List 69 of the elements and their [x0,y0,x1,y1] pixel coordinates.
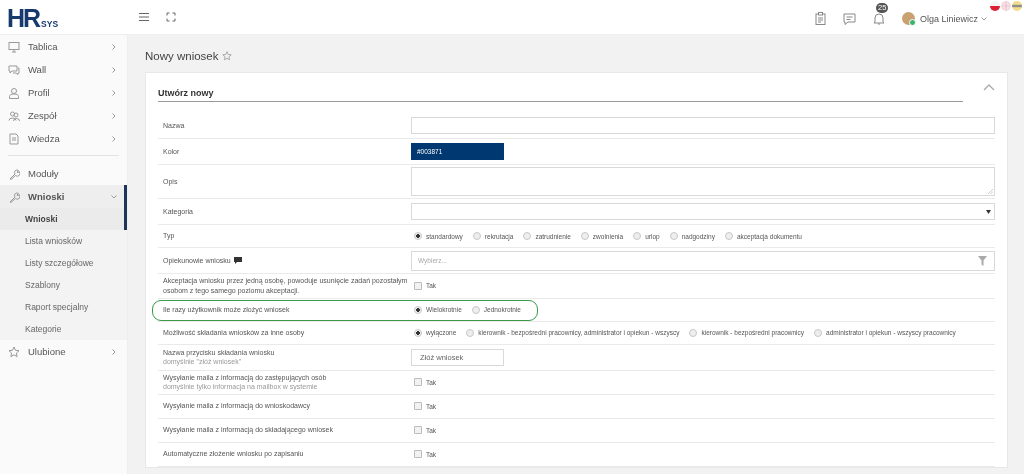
flag-icon[interactable] [1012,1,1022,11]
checkbox[interactable] [414,281,422,290]
nav-item[interactable]: Wall [0,58,127,81]
text-field[interactable] [411,117,995,134]
chevron-icon [111,112,117,119]
resize-handle-icon [988,189,993,194]
document-icon [8,132,20,145]
card-title: Utwórz nowy [158,79,963,102]
wrench-icon [8,190,20,203]
radio-button[interactable] [814,328,823,337]
nav-item[interactable]: Wnioski [0,185,127,208]
text-area[interactable] [411,167,995,196]
radio-button[interactable] [466,328,475,337]
radio-button[interactable] [414,232,422,240]
radio-button[interactable] [689,328,698,337]
radio-button[interactable] [471,305,480,314]
clipboard-icon[interactable] [814,12,826,25]
submenu-item[interactable]: Szablony [0,274,127,296]
select-field[interactable] [411,203,995,220]
bell-icon[interactable] [872,12,885,25]
nav-item[interactable]: Moduły [0,162,127,185]
radio-button[interactable] [580,232,589,240]
star-icon[interactable] [221,50,232,61]
wrench-icon [8,167,20,180]
message-icon[interactable] [842,12,856,25]
person-icon [8,86,20,99]
radio-button[interactable] [472,232,481,240]
checkbox[interactable] [414,426,422,435]
chevron-icon [111,135,117,142]
checkbox[interactable] [414,450,422,459]
people-icon [8,109,20,122]
star-icon [8,345,20,358]
nav-item[interactable]: Wiedza [0,127,127,150]
radio-button[interactable] [414,328,422,337]
radio-button[interactable] [724,232,733,240]
fullscreen-icon[interactable] [166,12,176,22]
chevron-icon [111,43,117,50]
submenu-item[interactable]: Listy szczegółowe [0,252,127,274]
chat-icon [8,63,20,76]
flag-icon[interactable] [990,1,1000,11]
caret-icon [986,209,991,214]
submenu-item[interactable]: Raport specjalny [0,296,127,318]
chevron-icon [111,66,117,73]
radio-button[interactable] [669,232,678,240]
checkbox[interactable] [414,402,422,411]
submenu-item[interactable]: Lista wniosków [0,230,127,252]
radio-button[interactable] [633,232,642,240]
user-name[interactable]: Olga Liniewicz [919,13,978,24]
page-title: Nowy wniosek [145,49,219,62]
nav-item[interactable]: Ulubione [0,340,127,363]
monitor-icon [8,40,20,53]
chevron-icon [111,348,117,355]
checkbox[interactable] [414,378,422,387]
caret-icon[interactable] [981,16,987,21]
chevron-icon[interactable] [983,84,995,91]
submenu-item[interactable]: Kategorie [0,318,127,340]
logo[interactable]: HRSYS [0,4,128,30]
radio-button[interactable] [523,232,532,240]
radio-button[interactable] [414,305,422,314]
submenu-item[interactable]: Wnioski [0,208,127,230]
avatar[interactable] [901,12,915,25]
chevron-icon [111,193,117,200]
menu-icon[interactable] [138,12,150,22]
status-dot [908,19,916,26]
chevron-icon [111,89,117,96]
nav-item[interactable]: Tablica [0,35,127,58]
filter-icon [978,255,987,266]
nav-item[interactable]: Zespół [0,104,127,127]
nav-item[interactable]: Profil [0,81,127,104]
